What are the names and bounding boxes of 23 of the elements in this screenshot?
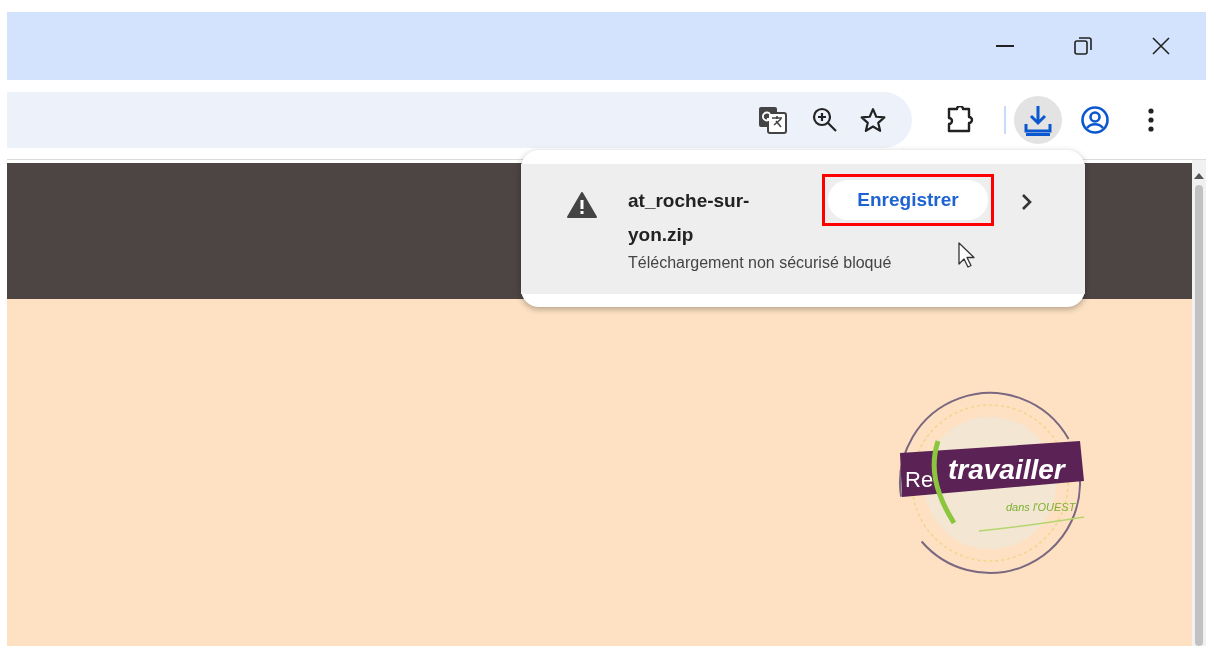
download-icon (1023, 103, 1053, 136)
scrollbar-thumb[interactable] (1195, 185, 1203, 646)
chevron-right-icon[interactable] (1021, 193, 1033, 211)
download-button[interactable] (1014, 95, 1062, 144)
star-icon[interactable] (860, 106, 886, 133)
puzzle-icon[interactable] (946, 105, 976, 134)
menu-icon[interactable] (1148, 107, 1154, 132)
cursor-icon (958, 242, 976, 268)
close-icon (1152, 37, 1170, 55)
scrollbar[interactable] (1192, 160, 1206, 646)
restore-icon (1074, 37, 1092, 55)
zoom-in-icon[interactable] (812, 106, 838, 133)
save-button[interactable]: Enregistrer (828, 180, 988, 220)
scroll-up-icon[interactable] (1194, 172, 1204, 179)
logo-text: travailler (948, 454, 1065, 485)
minimize-icon (996, 45, 1014, 47)
file-name: at_roche-sur-yon.zip (628, 189, 751, 247)
logo-text: Re (905, 467, 934, 492)
profile-icon[interactable] (1080, 104, 1110, 135)
warning-icon (567, 192, 597, 218)
download-status: Téléchargement non sécurisé bloqué (628, 254, 892, 272)
translate-icon[interactable] (758, 104, 790, 135)
logo-tagline: dans l'OUEST (1006, 501, 1076, 513)
